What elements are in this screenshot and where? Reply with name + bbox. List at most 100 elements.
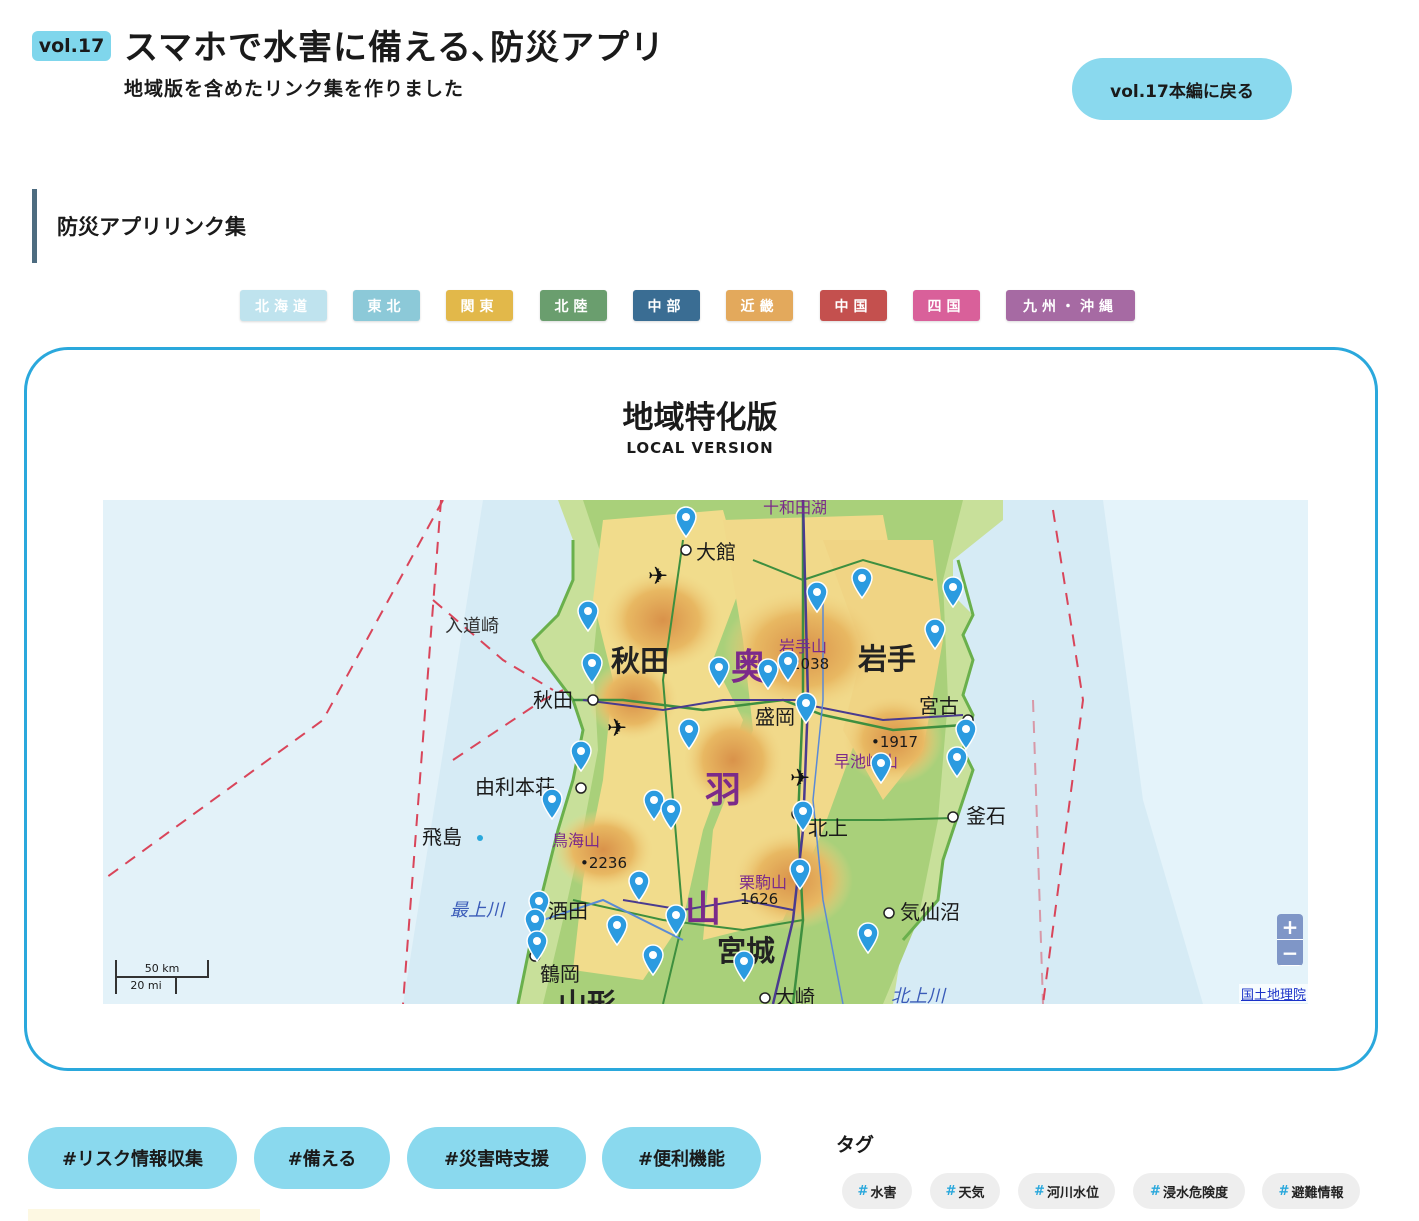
map-label-miyako: 宮古 bbox=[919, 694, 959, 718]
map-label-odate: 大館 bbox=[696, 540, 736, 564]
map-label-towada: 十和田湖 bbox=[763, 500, 828, 517]
map-pin-icon[interactable] bbox=[541, 788, 563, 821]
map-label-elev-2236: •2236 bbox=[580, 854, 628, 872]
tag-hash-icon: # bbox=[1034, 1183, 1045, 1199]
tag-hash-icon: # bbox=[1278, 1183, 1290, 1199]
tag-chip-hinan-joho[interactable]: # 避難情報 bbox=[1262, 1173, 1360, 1209]
map-label-morioka: 盛岡 bbox=[755, 705, 795, 729]
region-tabs: 北海道 東北 関東 北陸 中部 近畿 中国 四国 九州・沖縄 bbox=[0, 290, 1419, 322]
tag-heading: タグ bbox=[836, 1134, 875, 1156]
map-pin-icon[interactable] bbox=[526, 930, 548, 963]
map-pin-icon[interactable] bbox=[924, 618, 946, 651]
tag-chip-suigai[interactable]: # 水害 bbox=[842, 1173, 912, 1209]
map-label-ou-3: 山 bbox=[685, 889, 722, 930]
region-tab-hokkaido[interactable]: 北海道 bbox=[240, 290, 327, 321]
svg-text:✈: ✈ bbox=[648, 562, 668, 590]
page-title: スマホで水害に備える､防災アプリ bbox=[124, 28, 665, 68]
map-label-tobishima: 飛島 bbox=[422, 825, 462, 849]
map-label-osaki: 大崎 bbox=[775, 985, 815, 1004]
map-label-kamaishi: 釜石 bbox=[966, 804, 1006, 828]
map-pin-icon[interactable] bbox=[806, 581, 828, 614]
map-label-elev-1917: •1917 bbox=[871, 733, 919, 751]
map-pin-icon[interactable] bbox=[733, 950, 755, 983]
map-label-mogamigawa: 最上川 bbox=[450, 900, 504, 921]
scale-km-label: 50 km bbox=[115, 960, 209, 978]
map-label-kurikoma: 栗駒山 bbox=[739, 873, 788, 892]
category-risk-info[interactable]: #リスク情報収集 bbox=[28, 1127, 237, 1189]
map-pin-icon[interactable] bbox=[642, 944, 664, 977]
map-pin-icon[interactable] bbox=[708, 656, 730, 689]
map-pin-icon[interactable] bbox=[628, 870, 650, 903]
tag-label: 避難情報 bbox=[1291, 1185, 1344, 1201]
svg-text:✈: ✈ bbox=[607, 714, 627, 742]
map-label-tsuruoka: 鶴岡 bbox=[540, 962, 580, 986]
map-label-kesennuma: 気仙沼 bbox=[900, 900, 960, 924]
svg-text:✈: ✈ bbox=[790, 764, 810, 792]
map-label-elev-1626: 1626 bbox=[740, 890, 779, 908]
map-pin-icon[interactable] bbox=[606, 914, 628, 947]
map-pin-icon[interactable] bbox=[946, 746, 968, 779]
map-pin-icon[interactable] bbox=[675, 506, 697, 539]
region-tab-kinki[interactable]: 近畿 bbox=[726, 290, 793, 321]
map-pin-icon[interactable] bbox=[577, 600, 599, 633]
map-pin-icon[interactable] bbox=[665, 904, 687, 937]
map-pin-icon[interactable] bbox=[857, 922, 879, 955]
scale-mi-label: 20 mi bbox=[115, 978, 177, 994]
map-label-kitakami: 北上 bbox=[808, 816, 848, 840]
tag-hash-icon: # bbox=[857, 1183, 869, 1199]
map-label-chokaisan: 鳥海山 bbox=[552, 831, 601, 850]
region-tab-hokuriku[interactable]: 北陸 bbox=[540, 290, 607, 321]
map-pin-icon[interactable] bbox=[757, 658, 779, 691]
map-label-akita-pref: 秋田 bbox=[611, 644, 670, 678]
map-attribution-link[interactable]: 国土地理院 bbox=[1238, 984, 1308, 1003]
map-pin-icon[interactable] bbox=[581, 652, 603, 685]
vol-badge: vol.17 bbox=[32, 31, 111, 61]
tag-label: 天気 bbox=[958, 1185, 985, 1201]
tag-chip-tenki[interactable]: # 天気 bbox=[930, 1173, 1000, 1209]
map-pin-icon[interactable] bbox=[678, 718, 700, 751]
region-tab-chugoku[interactable]: 中国 bbox=[820, 290, 887, 321]
back-to-main-button[interactable]: vol.17本編に戻る bbox=[1072, 58, 1292, 120]
map-label-sakata: 酒田 bbox=[548, 899, 588, 923]
map-label-kitakamigawa: 北上川 bbox=[891, 986, 945, 1005]
category-prepare[interactable]: #備える bbox=[254, 1127, 390, 1189]
zoom-out-button[interactable]: − bbox=[1277, 940, 1303, 966]
map-pin-icon[interactable] bbox=[870, 752, 892, 785]
bottom-card-edge bbox=[28, 1209, 260, 1221]
map-pin-icon[interactable] bbox=[570, 740, 592, 773]
local-card-title: 地域特化版 bbox=[622, 400, 778, 436]
map-label-iwate-pref: 岩手 bbox=[858, 642, 917, 676]
category-disaster-support[interactable]: #災害時支援 bbox=[407, 1127, 586, 1189]
tag-label: 浸水危険度 bbox=[1162, 1185, 1228, 1201]
map-scale-bar: 50 km 20 mi bbox=[113, 960, 213, 1000]
tag-hash-icon: # bbox=[945, 1183, 957, 1199]
region-tab-kanto[interactable]: 関東 bbox=[446, 290, 513, 321]
tag-label: 河川水位 bbox=[1046, 1185, 1099, 1201]
map-zoom-control: + − bbox=[1277, 914, 1303, 966]
map-pin-icon[interactable] bbox=[851, 567, 873, 600]
region-tab-kyushu-okinawa[interactable]: 九州・沖縄 bbox=[1006, 290, 1135, 321]
map-pin-icon[interactable] bbox=[789, 858, 811, 891]
map-pin-icon[interactable] bbox=[795, 692, 817, 725]
map-pin-icon[interactable] bbox=[942, 576, 964, 609]
map-label-yamagata-pref: 山形 bbox=[558, 987, 617, 1005]
map-pin-icon[interactable] bbox=[777, 650, 799, 683]
map-pin-icon[interactable] bbox=[660, 798, 682, 831]
tag-label: 水害 bbox=[870, 1185, 897, 1201]
page-subtitle: 地域版を含めたリンク集を作りました bbox=[124, 78, 465, 100]
region-tab-chubu[interactable]: 中部 bbox=[633, 290, 700, 321]
region-tab-tohoku[interactable]: 東北 bbox=[353, 290, 420, 321]
map-pin-icon[interactable] bbox=[792, 800, 814, 833]
map-label-nyudozaki: 入道崎 bbox=[445, 616, 499, 637]
local-card-subtitle: LOCAL VERSION bbox=[626, 439, 774, 457]
category-convenient[interactable]: #便利機能 bbox=[602, 1127, 761, 1189]
tag-hash-icon: # bbox=[1150, 1183, 1161, 1199]
tag-chip-kasen-suii[interactable]: # 河川水位 bbox=[1018, 1173, 1115, 1209]
zoom-in-button[interactable]: + bbox=[1277, 914, 1303, 940]
map-label-ou-2: 羽 bbox=[705, 770, 742, 811]
map-label-akita-city: 秋田 bbox=[533, 688, 573, 712]
tag-chip-shinsui-kikendo[interactable]: # 浸水危険度 bbox=[1133, 1173, 1245, 1209]
section-heading: 防災アプリリンク集 bbox=[32, 189, 246, 263]
region-tab-shikoku[interactable]: 四国 bbox=[913, 290, 980, 321]
tohoku-map[interactable]: ✈ ✈ ✈ 十和田湖 秋田 岩手 宮城 山形 大館 秋田 盛岡 宮古 由利本荘 … bbox=[103, 500, 1308, 1004]
